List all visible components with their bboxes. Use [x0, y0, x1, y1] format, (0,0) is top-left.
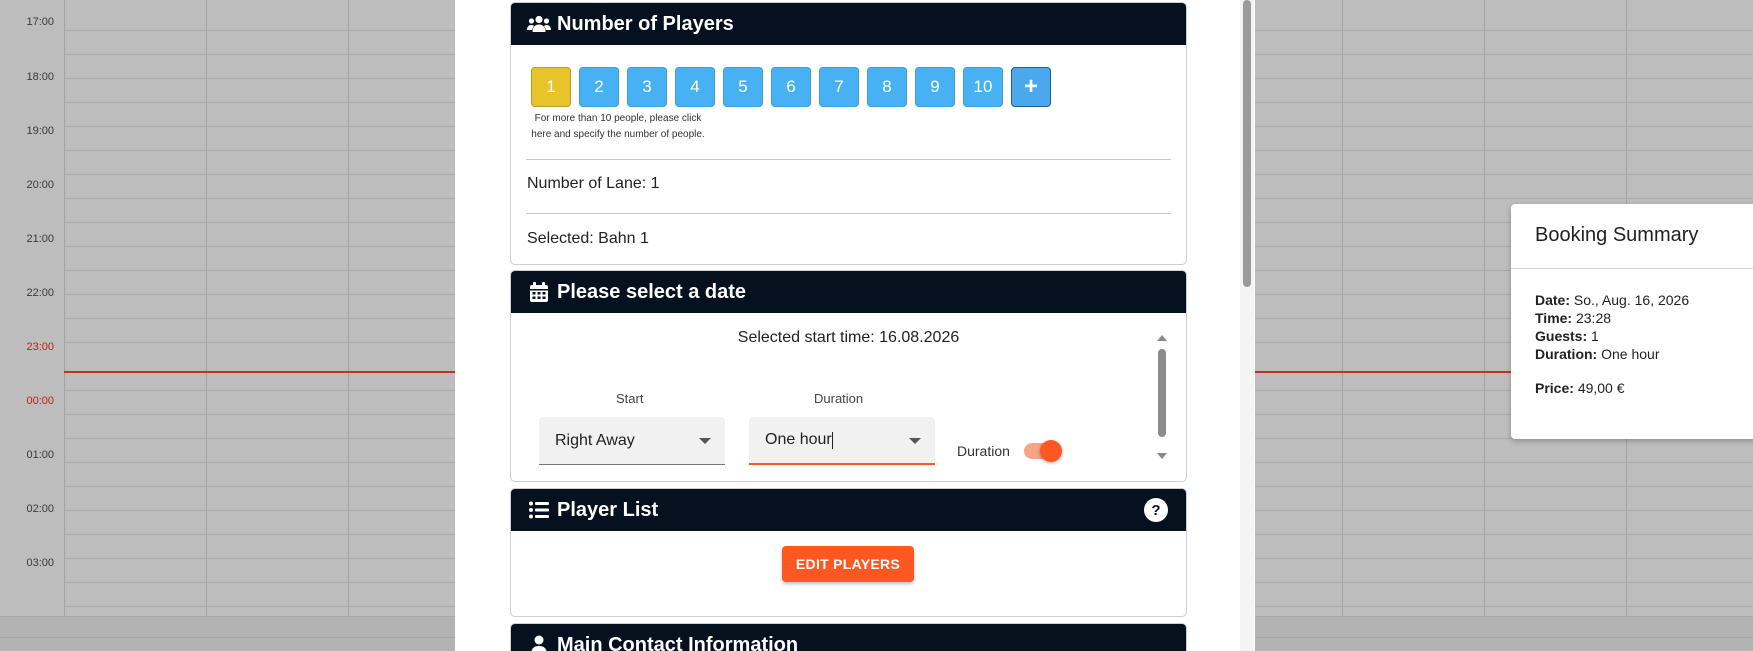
summary-duration: Duration: One hour [1535, 346, 1659, 362]
player-count-1-button[interactable]: 1 [531, 67, 571, 107]
summary-date: Date: So., Aug. 16, 2026 [1535, 292, 1689, 308]
time-label: 23:00 [26, 341, 54, 353]
booking-summary-title: Booking Summary [1535, 224, 1699, 246]
player-count-10-button[interactable]: 10 [963, 67, 1003, 107]
help-icon[interactable]: ? [1144, 498, 1168, 522]
text-cursor [831, 431, 833, 449]
player-count-3-button[interactable]: 3 [627, 67, 667, 107]
player-count-options: 1 2 3 4 5 6 7 8 9 10 + [531, 67, 1059, 107]
summary-time: Time: 23:28 [1535, 310, 1611, 326]
divider [1511, 268, 1753, 269]
time-label: 00:00 [26, 395, 54, 407]
selected-lane-text: Selected: Bahn 1 [527, 230, 649, 247]
more-players-button[interactable]: + [1011, 67, 1051, 107]
summary-time-label: Time: [1535, 310, 1573, 326]
calendar-column-line [348, 0, 349, 616]
inner-scrollbar-thumb[interactable] [1158, 349, 1166, 437]
date-card: Please select a date Selected start time… [510, 270, 1187, 482]
players-card: Number of Players 1 2 3 4 5 6 7 8 9 10 +… [510, 2, 1187, 265]
list-icon [527, 499, 551, 521]
duration-select-value: One hour [765, 431, 832, 448]
player-count-8-button[interactable]: 8 [867, 67, 907, 107]
user-icon [527, 634, 551, 651]
player-list-card-title: Player List [557, 498, 659, 521]
player-count-7-button[interactable]: 7 [819, 67, 859, 107]
summary-date-value: So., Aug. 16, 2026 [1573, 292, 1690, 308]
start-label: Start [616, 391, 644, 406]
calendar-icon [527, 281, 551, 303]
calendar-column-line [1484, 0, 1485, 616]
players-card-header: Number of Players [511, 3, 1186, 45]
player-count-9-button[interactable]: 9 [915, 67, 955, 107]
time-label: 21:00 [26, 233, 54, 245]
time-label: 19:00 [26, 125, 54, 137]
summary-time-value: 23:28 [1575, 310, 1612, 326]
summary-duration-value: One hour [1601, 346, 1660, 362]
lane-count-text: Number of Lane: 1 [527, 175, 660, 192]
time-label: 22:00 [26, 287, 54, 299]
summary-duration-label: Duration: [1535, 346, 1598, 362]
time-label: 03:00 [26, 557, 54, 569]
time-label: 18:00 [26, 71, 54, 83]
scroll-up-icon[interactable] [1157, 335, 1167, 341]
start-select[interactable]: Right Away [539, 417, 725, 465]
divider [526, 213, 1171, 214]
toggle-knob [1040, 440, 1062, 462]
chevron-down-icon [909, 438, 921, 444]
duration-select[interactable]: One hour [749, 417, 935, 465]
summary-price-label: Price: [1535, 380, 1574, 396]
player-count-2-button[interactable]: 2 [579, 67, 619, 107]
more-players-note[interactable]: For more than 10 people, please click he… [528, 111, 708, 143]
contact-card-header: Main Contact Information [511, 624, 1186, 651]
date-card-body: Selected start time: 16.08.2026 Start Ri… [511, 313, 1186, 481]
edit-players-button[interactable]: EDIT PLAYERS [782, 546, 914, 582]
players-card-body: 1 2 3 4 5 6 7 8 9 10 + For more than 10 … [511, 45, 1186, 264]
player-count-5-button[interactable]: 5 [723, 67, 763, 107]
modal-scrollbar-thumb[interactable] [1243, 0, 1251, 287]
player-count-6-button[interactable]: 6 [771, 67, 811, 107]
time-label: 17:00 [26, 16, 54, 28]
duration-toggle[interactable] [1024, 438, 1064, 464]
summary-date-label: Date: [1535, 292, 1571, 308]
contact-card-title: Main Contact Information [557, 633, 799, 651]
player-list-card: Player List ? EDIT PLAYERS [510, 488, 1187, 617]
date-card-header: Please select a date [511, 271, 1186, 313]
player-list-card-body: EDIT PLAYERS [511, 531, 1186, 616]
players-card-title: Number of Players [557, 12, 734, 35]
player-count-4-button[interactable]: 4 [675, 67, 715, 107]
calendar-column-line [206, 0, 207, 616]
summary-guests: Guests: 1 [1535, 328, 1599, 344]
users-icon [527, 13, 551, 35]
summary-price-value: 49,00 € [1577, 380, 1625, 396]
scroll-down-icon[interactable] [1157, 453, 1167, 459]
time-label: 01:00 [26, 449, 54, 461]
booking-summary-panel: Booking Summary Date: So., Aug. 16, 2026… [1511, 204, 1753, 439]
duration-toggle-label: Duration [957, 443, 1010, 459]
calendar-column-line [64, 0, 65, 616]
selected-start-time: Selected start time: 16.08.2026 [737, 329, 960, 346]
summary-guests-label: Guests: [1535, 328, 1588, 344]
duration-label: Duration [814, 391, 864, 406]
time-label: 02:00 [26, 503, 54, 515]
summary-price: Price: 49,00 € [1535, 380, 1625, 396]
player-list-card-header: Player List ? [511, 489, 1186, 531]
divider [526, 159, 1171, 160]
summary-guests-value: 1 [1591, 328, 1599, 344]
chevron-down-icon [699, 438, 711, 444]
contact-card: Main Contact Information [510, 623, 1187, 651]
time-label: 20:00 [26, 179, 54, 191]
date-card-title: Please select a date [557, 280, 747, 303]
start-select-value: Right Away [555, 431, 635, 449]
calendar-column-line [1342, 0, 1343, 616]
